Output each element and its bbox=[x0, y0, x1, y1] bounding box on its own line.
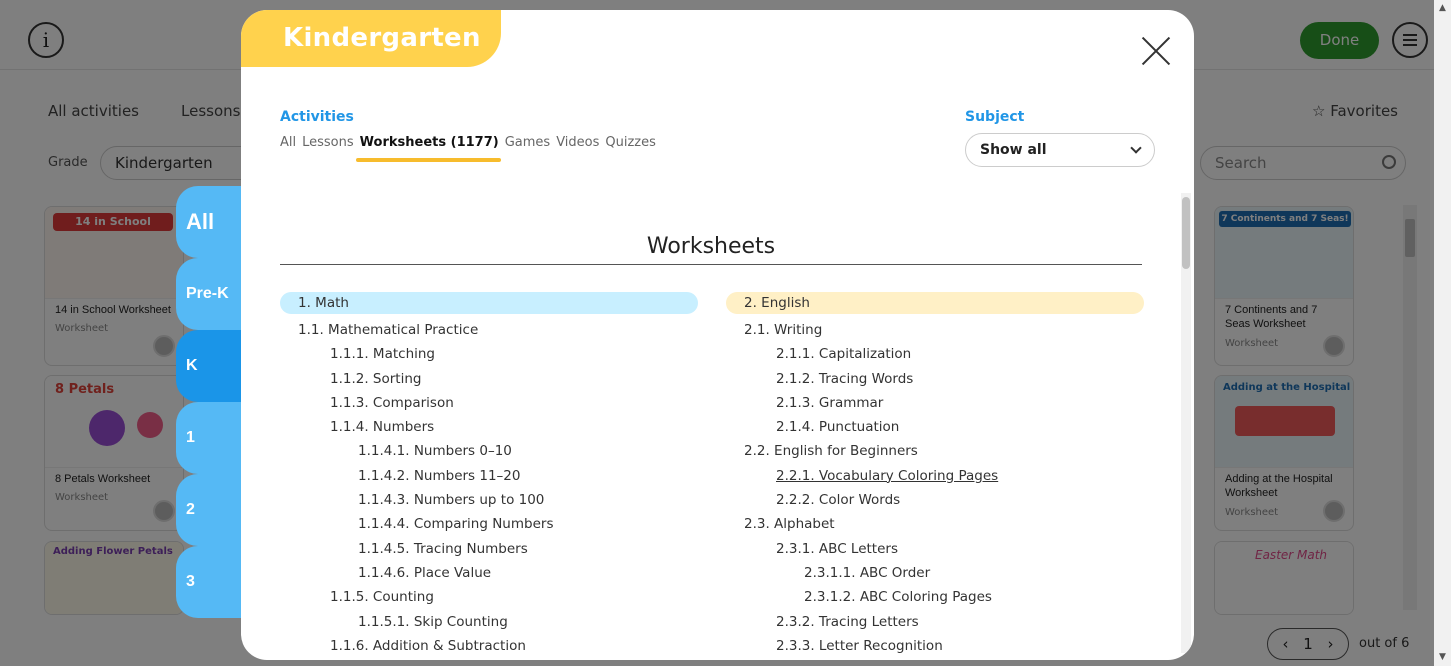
topic-link[interactable]: 2.2. English for Beginners bbox=[726, 439, 1144, 463]
topic-link[interactable]: 1.1.4.6. Place Value bbox=[280, 561, 698, 585]
topic-link[interactable]: 2.3.1.1. ABC Order bbox=[726, 561, 1144, 585]
topic-link[interactable]: 1.1.5.1. Skip Counting bbox=[280, 610, 698, 634]
filter-tab-all[interactable]: All bbox=[280, 135, 296, 150]
topic-link[interactable]: 2.3.1.2. ABC Coloring Pages bbox=[726, 585, 1144, 609]
grade-modal: Kindergarten Activities All Lessons Worksh… bbox=[241, 10, 1194, 660]
topic-link[interactable]: 1.1.4.4. Comparing Numbers bbox=[280, 512, 698, 536]
scroll-up-arrow-icon[interactable]: ▲ bbox=[1434, 0, 1451, 17]
topic-link[interactable]: 1.1.4. Numbers bbox=[280, 415, 698, 439]
filter-tab-worksheets-1177[interactable]: Worksheets (1177) bbox=[355, 135, 501, 162]
topic-link[interactable]: 2.2.1. Vocabulary Coloring Pages bbox=[726, 464, 1144, 488]
topic-link[interactable]: 2.1. Writing bbox=[726, 318, 1144, 342]
topic-link[interactable]: 1.1.1. Matching bbox=[280, 342, 698, 366]
modal-scrollbar-thumb[interactable] bbox=[1182, 197, 1190, 269]
modal-scrollbar[interactable] bbox=[1181, 193, 1191, 653]
topic-link[interactable]: 2.1.1. Capitalization bbox=[726, 342, 1144, 366]
filter-tab-quizzes[interactable]: Quizzes bbox=[605, 135, 656, 150]
close-icon[interactable] bbox=[1141, 36, 1171, 66]
scroll-down-arrow-icon[interactable]: ▼ bbox=[1434, 649, 1451, 666]
math-category-header[interactable]: 1. Math bbox=[280, 292, 698, 314]
topic-link[interactable]: 1.1. Mathematical Practice bbox=[280, 318, 698, 342]
topic-link[interactable]: 2.2.2. Color Words bbox=[726, 488, 1144, 512]
topic-link[interactable]: 2.3.1. ABC Letters bbox=[726, 537, 1144, 561]
topic-link[interactable]: 2.1.4. Punctuation bbox=[726, 415, 1144, 439]
filter-tab-games[interactable]: Games bbox=[505, 135, 550, 150]
subject-label: Subject bbox=[965, 109, 1025, 125]
chevron-down-icon bbox=[1130, 142, 1142, 154]
topic-link[interactable]: 1.1.5. Counting bbox=[280, 585, 698, 609]
filter-tab-videos[interactable]: Videos bbox=[556, 135, 599, 150]
english-topic-list: 2. English 2.1. Writing 2.1.1. Capitalizat… bbox=[726, 292, 1144, 658]
section-divider bbox=[280, 264, 1142, 265]
activities-label: Activities bbox=[280, 109, 354, 125]
subject-select-value: Show all bbox=[980, 142, 1047, 158]
topic-link[interactable]: 1.1.4.2. Numbers 11–20 bbox=[280, 464, 698, 488]
english-category-header[interactable]: 2. English bbox=[726, 292, 1144, 314]
topic-link[interactable]: 2.1.3. Grammar bbox=[726, 391, 1144, 415]
topic-link[interactable]: 2.3.3. Letter Recognition bbox=[726, 634, 1144, 658]
topic-link[interactable]: 1.1.2. Sorting bbox=[280, 367, 698, 391]
topic-link[interactable]: 1.1.3. Comparison bbox=[280, 391, 698, 415]
topic-link[interactable]: 1.1.4.3. Numbers up to 100 bbox=[280, 488, 698, 512]
math-topic-list: 1. Math 1.1. Mathematical Practice 1.1.1. … bbox=[280, 292, 698, 658]
section-title: Worksheets bbox=[646, 234, 776, 259]
modal-title: Kindergarten bbox=[241, 10, 501, 67]
activity-filter-tabs: All Lessons Worksheets (1177) Games Videos Qu… bbox=[280, 135, 656, 162]
topic-link[interactable]: 1.1.6. Addition & Subtraction bbox=[280, 634, 698, 658]
subject-select[interactable]: Show all bbox=[965, 133, 1155, 167]
topic-link[interactable]: 1.1.4.5. Tracing Numbers bbox=[280, 537, 698, 561]
topic-link[interactable]: 1.1.4.1. Numbers 0–10 bbox=[280, 439, 698, 463]
filter-tab-lessons[interactable]: Lessons bbox=[302, 135, 354, 150]
topic-link[interactable]: 2.1.2. Tracing Words bbox=[726, 367, 1144, 391]
window-scrollbar[interactable]: ▲ ▼ bbox=[1434, 0, 1451, 666]
topic-link[interactable]: 2.3. Alphabet bbox=[726, 512, 1144, 536]
topic-link[interactable]: 2.3.2. Tracing Letters bbox=[726, 610, 1144, 634]
